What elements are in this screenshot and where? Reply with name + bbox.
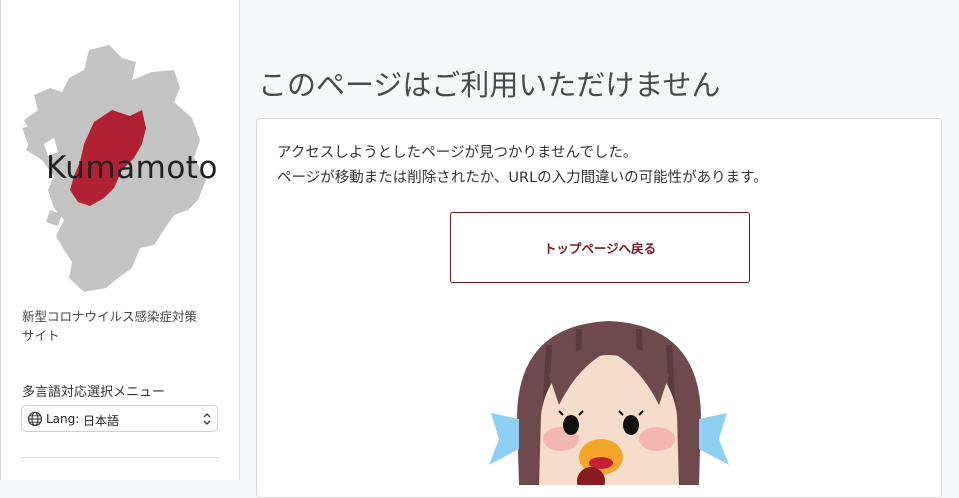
site-title: 新型コロナウイルス感染症対策サイト [22, 309, 198, 343]
sidebar-edge [0, 0, 1, 480]
sidebar-divider [21, 457, 219, 458]
page-title: このページはご利用いただけません [258, 68, 721, 102]
sidebar: Kumamoto 新型コロナウイルス感染症対策サイト 多言語対応選択メニュー L… [0, 0, 240, 480]
language-menu-heading: 多言語対応選択メニュー [22, 385, 166, 400]
language-select[interactable]: Lang: 日本語 [21, 405, 218, 432]
language-select-label: Lang: [46, 412, 80, 426]
chevron-updown-icon [203, 413, 211, 425]
language-select-value: 日本語 [83, 414, 120, 428]
error-card: アクセスしようとしたページが見つかりませんでした。 ページが移動または削除された… [256, 118, 942, 498]
crying-girl-illustration [489, 321, 729, 485]
error-message-line1: アクセスしようとしたページが見つかりませんでした。 [277, 145, 638, 161]
error-message: アクセスしようとしたページが見つかりませんでした。 ページが移動または削除された… [277, 141, 768, 191]
logo-text: Kumamoto [46, 150, 218, 186]
error-message-line2: ページが移動または削除されたか、URLの入力間違いの可能性があります。 [277, 170, 768, 186]
globe-icon [27, 411, 43, 427]
back-to-top-button[interactable]: トップページへ戻る [450, 212, 750, 283]
